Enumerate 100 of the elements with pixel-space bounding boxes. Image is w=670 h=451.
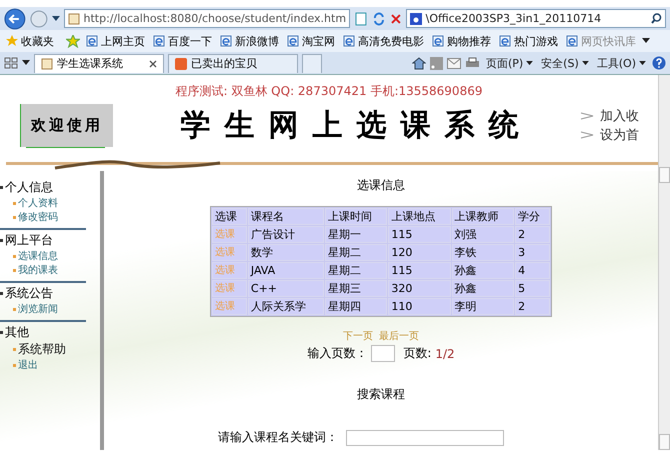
back-icon[interactable] [4,8,26,30]
menu-link[interactable]: 修改密码 [18,210,58,224]
table-cell: 120 [388,244,451,261]
table-cell: 人际关系学 [248,298,324,315]
dropdown-icon [639,60,646,66]
menu-link[interactable]: 选课信息 [18,249,58,263]
printer-icon[interactable] [464,56,480,70]
column-header: 课程名 [248,208,324,225]
refresh-icon[interactable] [372,12,386,26]
page-icon [432,35,444,47]
dropdown-icon[interactable] [22,60,30,66]
favorite-link[interactable]: 百度一下 [151,34,214,48]
toolbar-menu[interactable]: 安全(S) [539,56,591,70]
table-cell: 广告设计 [248,226,324,243]
page-input[interactable] [371,345,396,362]
column-header: 上课地点 [388,208,451,225]
table-cell: 星期二 [324,244,388,261]
page-icon [153,35,165,47]
dropdown-icon[interactable] [642,38,650,44]
page-icon [68,12,80,24]
search-field[interactable]: \Office2003SP3_3in1_20110714 [406,9,666,28]
table-cell: JAVA [248,262,324,279]
table-cell: 2 [515,226,550,243]
bullet-icon [0,331,3,334]
table-cell: 刘强 [452,226,514,243]
table-cell: 320 [388,280,451,297]
site-title: 学生网上选课系统 [180,106,534,144]
page-icon [499,35,511,47]
column-header: 选课 [212,208,247,225]
browser-tab[interactable]: 已卖出的宝贝 [168,54,298,72]
header-link[interactable]: 设为首 [600,126,639,144]
table-cell: 5 [515,280,550,297]
mail-icon[interactable] [446,58,461,68]
favorite-link[interactable]: 热门游戏 [497,34,560,48]
keyword-label: 请输入课程名关键词： [218,429,338,446]
table-cell: 星期二 [324,262,388,279]
quick-tabs-icon[interactable] [4,57,18,69]
menu-link[interactable]: 退出 [18,358,38,372]
table-cell: 孙鑫 [452,262,514,279]
dropdown-icon[interactable] [52,16,60,22]
favorite-link[interactable]: 新浪微博 [218,34,281,48]
table-cell: 3 [515,244,550,261]
menu-link[interactable]: 个人资料 [18,196,58,210]
keyword-field[interactable] [346,430,504,446]
tab-label: 已卖出的宝贝 [191,56,258,71]
browser-tab[interactable]: 学生选课系统 [34,54,164,72]
table-cell: 115 [388,262,451,279]
star-icon [6,35,18,47]
table-cell: C++ [248,280,324,297]
column-header: 学分 [515,208,550,225]
favorite-link[interactable]: 上网主页 [84,34,147,48]
bullet-icon [0,239,3,242]
bullet-icon [13,202,16,204]
favorite-link[interactable]: 购物推荐 [430,34,493,48]
page-icon [41,58,53,70]
section-heading: 选课信息 [357,177,405,194]
bullet-icon [13,364,16,366]
table-cell: 星期四 [324,298,388,315]
home-icon[interactable] [412,56,426,70]
dropdown-icon [526,60,534,66]
table-cell: 2 [515,298,550,315]
menu-link[interactable]: 我的课表 [18,263,58,277]
close-icon[interactable] [149,60,157,68]
favorite-link[interactable]: 淘宝网 [285,34,337,48]
toolbar-menu[interactable]: 工具(O) [594,56,648,70]
address-bar[interactable]: http://localhost:8080/choose/student/index.htm [64,9,350,28]
header-link[interactable]: 加入收 [600,106,639,124]
bullet-icon [13,254,16,258]
tester-info: 程序测试: 双鱼林 QQ: 287307421 手机:13558690869 [174,83,484,99]
favorites-button[interactable]: 收藏夹 [4,34,56,48]
stop-icon[interactable] [390,12,402,24]
page-icon [343,35,355,47]
menu-text[interactable]: 系统帮助 [18,341,66,358]
menu-link[interactable]: 浏览新闻 [18,302,58,316]
new-tab-button[interactable] [302,54,322,72]
menu-heading: 个人信息 [5,179,53,196]
search-icon[interactable] [651,13,662,24]
table-cell: 110 [388,298,451,315]
table-cell: 李铁 [452,244,514,261]
bullet-icon [13,268,16,272]
table-cell: 孙鑫 [452,280,514,297]
tab-label: 学生选课系统 [57,56,124,71]
page-icon [220,35,232,47]
page-icon [287,35,299,47]
page-icon [86,35,98,47]
welcome-banner: 欢迎使用 [20,104,113,146]
column-header: 上课教师 [452,208,514,225]
section-heading: 搜索课程 [357,386,405,403]
compatibility-icon[interactable] [354,12,368,26]
scrollbar[interactable] [658,75,670,450]
help-icon[interactable] [652,56,666,70]
bullet-icon [0,186,3,189]
toolbar-menu[interactable]: 页面(P) [484,56,536,70]
favorite-link[interactable]: 高清免费电影 [341,34,426,48]
menu-heading: 其他 [5,324,29,341]
page-icon [566,35,578,47]
menu-heading: 网上平台 [5,232,53,249]
bullet-icon [13,348,16,351]
add-favorite-icon[interactable] [66,34,80,48]
shop-icon [175,58,187,70]
